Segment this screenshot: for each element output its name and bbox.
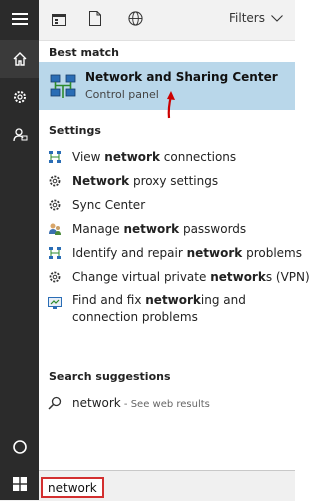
gear-icon	[47, 173, 63, 189]
web-suggestion-item[interactable]: network - See web results	[39, 391, 295, 415]
best-match-subtitle: Control panel	[85, 88, 159, 101]
home-icon	[12, 51, 28, 67]
cortana-circle-icon	[12, 439, 28, 459]
start-button[interactable]	[0, 470, 39, 500]
network-sharing-icon	[49, 72, 77, 100]
windows-logo-icon	[12, 476, 27, 495]
cortana-button[interactable]	[0, 430, 39, 468]
gear-icon	[12, 89, 28, 105]
settings-item-label: View network connections	[72, 150, 237, 164]
start-search-window: Filters Best match Network and Sharing C…	[0, 0, 310, 501]
filters-dropdown[interactable]: Filters	[229, 11, 283, 25]
settings-item-find-fix-networking[interactable]: Find and fix networking and connection p…	[39, 289, 295, 329]
settings-item-label: Network proxy settings	[72, 174, 219, 188]
settings-item-identify-repair-network[interactable]: Identify and repair network problems	[39, 241, 302, 265]
feedback-button[interactable]	[0, 116, 39, 154]
settings-item-label: Sync Center	[72, 198, 146, 212]
settings-item-label: Identify and repair network problems	[72, 246, 302, 260]
settings-item-sync-center[interactable]: Sync Center	[39, 193, 295, 217]
search-icon	[47, 395, 63, 411]
settings-button[interactable]	[0, 78, 39, 116]
gear-icon	[47, 197, 63, 213]
left-rail	[0, 0, 39, 470]
network-connections-icon	[47, 245, 63, 261]
chevron-down-icon	[271, 11, 283, 25]
apps-scope-button[interactable]	[49, 10, 69, 30]
troubleshoot-icon	[47, 295, 63, 311]
window-grid-icon	[52, 11, 66, 30]
settings-item-manage-network-passwords[interactable]: Manage network passwords	[39, 217, 295, 241]
gear-icon	[47, 269, 63, 285]
search-suggestions-heading: Search suggestions	[49, 370, 171, 383]
documents-scope-button[interactable]	[85, 10, 105, 30]
filters-label: Filters	[229, 11, 265, 25]
red-arrow-annotation-icon	[159, 90, 183, 120]
best-match-item[interactable]: Network and Sharing Center Control panel	[39, 62, 295, 119]
document-icon	[89, 10, 101, 30]
network-connections-icon	[47, 149, 63, 165]
suggestion-label: network - See web results	[72, 396, 210, 410]
best-match-title: Network and Sharing Center	[85, 70, 278, 84]
settings-item-label: Manage network passwords	[72, 222, 247, 236]
hamburger-icon	[11, 13, 28, 25]
settings-heading: Settings	[49, 124, 101, 137]
globe-icon	[127, 10, 143, 30]
settings-item-label: Change virtual private networks (VPN)	[72, 270, 310, 284]
best-match-heading: Best match	[49, 46, 119, 59]
search-input[interactable]: network	[41, 477, 104, 498]
feedback-person-icon	[12, 127, 28, 143]
user-accounts-icon	[47, 221, 63, 237]
results-panel: Best match Network and Sharing Center Co…	[39, 41, 310, 470]
settings-item-label: Find and fix networking and connection p…	[72, 293, 246, 324]
settings-item-change-vpn[interactable]: Change virtual private networks (VPN)	[39, 265, 310, 289]
web-scope-button[interactable]	[125, 10, 145, 30]
home-button[interactable]	[0, 40, 39, 78]
settings-item-view-network-connections[interactable]: View network connections	[39, 145, 295, 169]
search-scope-toolbar: Filters	[39, 0, 295, 41]
menu-button[interactable]	[0, 0, 39, 38]
settings-item-network-proxy[interactable]: Network proxy settings	[39, 169, 295, 193]
